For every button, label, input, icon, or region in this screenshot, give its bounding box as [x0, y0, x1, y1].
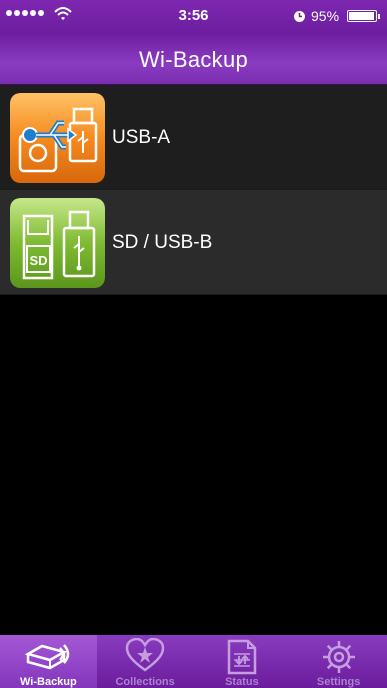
tab-label: Status	[225, 676, 259, 688]
navigation-bar: Wi-Backup	[0, 33, 387, 85]
tab-bar: Wi-Backup Collections Status Settings	[0, 635, 387, 688]
tab-wi-backup[interactable]: Wi-Backup	[0, 635, 97, 688]
tab-status[interactable]: Status	[194, 635, 291, 688]
list-item-label: USB-A	[112, 127, 171, 148]
page-title: Wi-Backup	[138, 47, 249, 72]
usb-hdd-icon	[10, 93, 105, 183]
battery-icon	[347, 10, 377, 22]
gear-icon	[322, 641, 355, 673]
alarm-clock-icon	[294, 11, 305, 22]
tab-label: Collections	[115, 676, 175, 688]
wifi-backup-icon	[25, 644, 70, 670]
list-item-sd-usb-b[interactable]: SD SD / USB-B	[0, 190, 387, 295]
list-item-label: SD / USB-B	[112, 232, 213, 253]
battery-tip	[378, 14, 380, 19]
app-screen: 3:56 95% Wi-Backup USB-A SD SD / USB-B W…	[0, 0, 387, 688]
tab-settings[interactable]: Settings	[290, 635, 387, 688]
list-item-usb-a[interactable]: USB-A	[0, 85, 387, 190]
tab-collections[interactable]: Collections	[97, 635, 194, 688]
status-bar: 3:56 95%	[0, 0, 387, 33]
sd-usb-icon: SD	[10, 198, 105, 288]
svg-text:SD: SD	[29, 253, 47, 268]
status-document-icon	[227, 639, 257, 675]
heart-star-icon	[125, 638, 165, 672]
battery-percent: 95%	[311, 8, 340, 24]
tab-label: Wi-Backup	[20, 676, 77, 688]
device-list: USB-A SD SD / USB-B	[0, 85, 387, 295]
tab-label: Settings	[316, 676, 361, 688]
